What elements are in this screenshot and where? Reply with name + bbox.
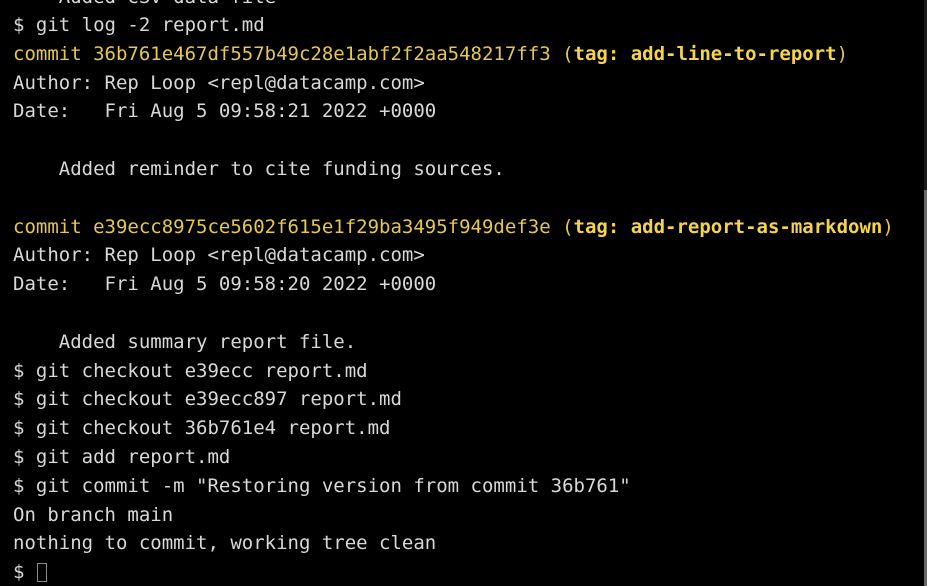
command-line: $ git log -2 report.md [13, 14, 265, 36]
prompt-line[interactable]: $ [13, 561, 47, 583]
commit-hash: commit 36b761e467df557b49c28e1abf2f2aa54… [13, 43, 574, 65]
command-line: $ git checkout 36b761e4 report.md [13, 417, 391, 439]
commit-tag-close: ) [882, 216, 894, 238]
date-line: Date: Fri Aug 5 09:58:20 2022 +0000 [13, 273, 437, 295]
commit-tag-close: ) [836, 43, 849, 65]
command-line: $ git checkout e39ecc report.md [13, 360, 368, 382]
partial-output-line: Added CSV data file [13, 0, 276, 8]
output-line: On branch main [13, 504, 174, 526]
commit-line: commit 36b761e467df557b49c28e1abf2f2aa54… [13, 43, 848, 65]
commit-tag: tag: add-line-to-report [573, 43, 837, 65]
commit-tag: tag: add-report-as-markdown [573, 216, 883, 238]
output-line: nothing to commit, working tree clean [13, 532, 437, 554]
commit-message: Added summary report file. [13, 331, 357, 353]
commit-hash: commit e39ecc8975ce5602f615e1f29ba3495f9… [13, 216, 574, 238]
command-line: $ git commit -m "Restoring version from … [13, 475, 631, 497]
author-line: Author: Rep Loop <repl@datacamp.com> [13, 72, 425, 94]
commit-line: commit e39ecc8975ce5602f615e1f29ba3495f9… [13, 216, 894, 238]
author-line: Author: Rep Loop <repl@datacamp.com> [13, 244, 425, 266]
terminal-window[interactable]: Added CSV data file $ git log -2 report.… [0, 0, 927, 586]
text-cursor[interactable] [36, 563, 47, 582]
command-line: $ git checkout e39ecc897 report.md [13, 388, 402, 410]
commit-message: Added reminder to cite funding sources. [13, 158, 505, 180]
command-line: $ git add report.md [13, 446, 231, 468]
prompt-symbol: $ [13, 561, 36, 583]
date-line: Date: Fri Aug 5 09:58:21 2022 +0000 [13, 100, 437, 122]
